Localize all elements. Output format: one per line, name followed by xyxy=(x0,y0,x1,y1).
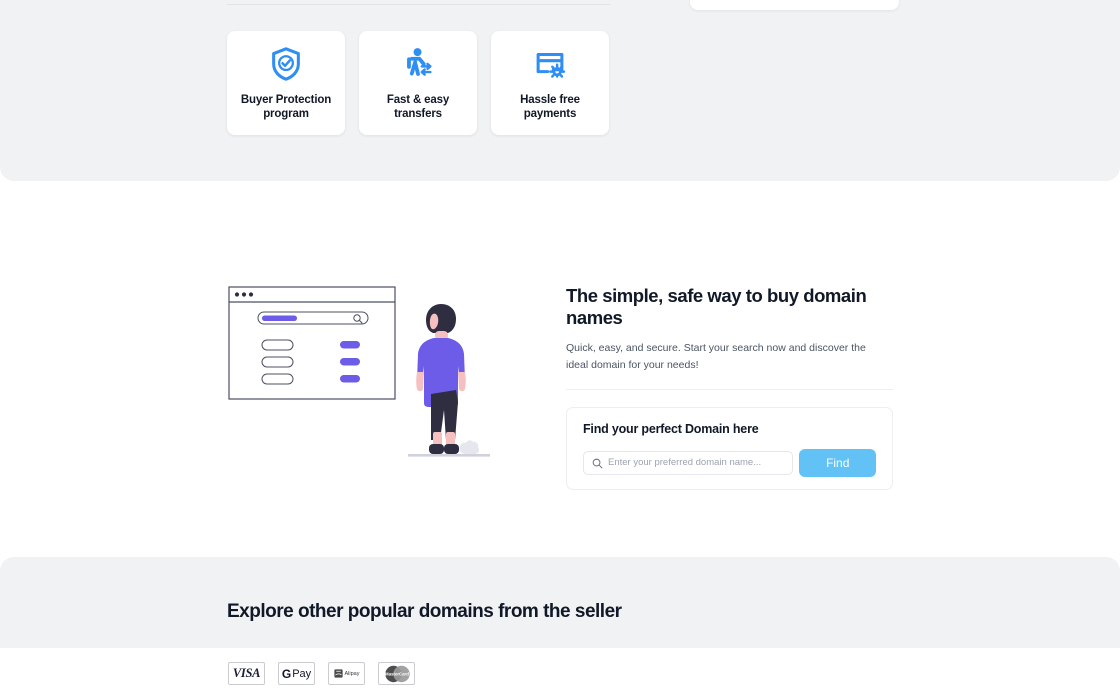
payment-methods-row: VISA G Pay Alipay MasterCard xyxy=(228,662,415,685)
google-pay-logo: G Pay xyxy=(278,662,315,685)
explore-title: Explore other popular domains from the s… xyxy=(227,601,622,622)
feature-label: Fast & easy transfers xyxy=(387,93,449,122)
search-row: Find xyxy=(583,448,876,477)
hero-content: The simple, safe way to buy domain names… xyxy=(566,285,893,490)
alipay-mark: Alipay xyxy=(333,669,360,678)
mastercard-circles-icon: MasterCard xyxy=(385,665,410,682)
search-input[interactable] xyxy=(608,457,788,469)
feature-label: Hassle free payments xyxy=(520,93,580,122)
footer-bar: VISA G Pay Alipay MasterCard xyxy=(0,648,1120,700)
gpay-mark: G Pay xyxy=(282,667,311,681)
feature-label-line2: transfers xyxy=(394,108,442,121)
feature-label-line1: Buyer Protection xyxy=(240,94,332,106)
feature-label-line2: program xyxy=(263,108,309,121)
visa-logo: VISA xyxy=(228,662,265,685)
explore-section: Explore other popular domains from the s… xyxy=(0,557,1120,648)
svg-text:MasterCard: MasterCard xyxy=(385,671,409,676)
hero-subtitle: Quick, easy, and secure. Start your sear… xyxy=(566,342,866,371)
shield-check-icon xyxy=(272,47,300,81)
hero-section: The simple, safe way to buy domain names… xyxy=(0,181,1120,557)
feature-card-fast-transfers[interactable]: Fast & easy transfers xyxy=(359,31,477,135)
domain-search-card: Find your perfect Domain here Find xyxy=(566,406,893,490)
search-input-wrapper[interactable] xyxy=(583,450,794,475)
gpay-g-label: G xyxy=(281,666,292,681)
find-button[interactable]: Find xyxy=(799,448,876,477)
feature-cards-row: Buyer Protection program Fast & easy tra… xyxy=(227,31,609,135)
mastercard-logo: MasterCard xyxy=(378,662,415,685)
gpay-pay-label: Pay xyxy=(292,667,312,680)
alipay-label: Alipay xyxy=(344,670,360,677)
top-divider xyxy=(227,4,610,5)
hero-illustration xyxy=(228,286,490,457)
page-root: Buyer Protection program Fast & easy tra… xyxy=(0,0,1120,700)
magnifier-icon xyxy=(592,458,603,469)
person-transfer-icon xyxy=(407,48,432,76)
hero-divider xyxy=(566,388,893,390)
feature-card-buyer-protection[interactable]: Buyer Protection program xyxy=(227,31,345,135)
alipay-logo: Alipay xyxy=(328,662,365,685)
top-features-section: Buyer Protection program Fast & easy tra… xyxy=(0,0,1120,181)
card-gear-icon xyxy=(536,52,566,78)
search-card-title: Find your perfect Domain here xyxy=(583,421,759,436)
page-title: The simple, safe way to buy domain names xyxy=(566,285,867,329)
feature-label: Buyer Protection program xyxy=(241,93,331,122)
feature-label-line2: payments xyxy=(523,108,577,121)
feature-card-hassle-free-payments[interactable]: Hassle free payments xyxy=(491,31,609,135)
alipay-glyph-icon xyxy=(333,669,343,678)
top-card-stub xyxy=(690,0,899,10)
feature-label-line1: Hassle free xyxy=(520,94,580,106)
feature-label-line1: Fast & easy xyxy=(386,94,450,106)
visa-label: VISA xyxy=(232,666,261,680)
